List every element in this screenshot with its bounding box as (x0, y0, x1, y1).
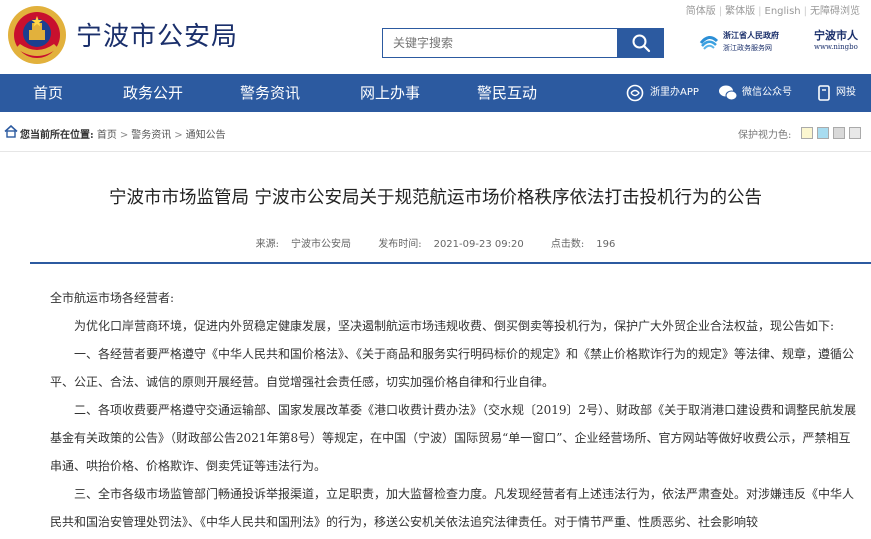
breadcrumb-home-link[interactable]: 首页 (97, 130, 117, 141)
site-header: 宁波市公安局 简体版|繁体版|English|无障碍浏览 浙江省人民政府 浙江政… (0, 0, 871, 74)
eye-care-swatch-light[interactable] (849, 127, 861, 139)
article-source: 宁波市公安局 (291, 239, 352, 250)
nav-wechat-account[interactable]: 微信公众号 (718, 74, 804, 112)
article-views: 196 (596, 239, 616, 250)
article-meta: 来源: 宁波市公安局 发布时间: 2021-09-23 09:20 点击数: 196 (30, 235, 841, 250)
eye-care-label: 保护视力色: (738, 130, 792, 141)
city-logo-line2: www.ningbo (814, 43, 858, 51)
ningbo-gov-logo[interactable]: 宁波市人 www.ningbo (814, 27, 871, 57)
breadcrumb-bar: 您当前所在位置: 首页 > 警务资讯 > 通知公告 保护视力色: (0, 112, 871, 152)
report-icon (818, 85, 830, 101)
main-nav: 首页 政务公开 警务资讯 网上办事 警民互动 浙里办APP 微信公众号 网投 (0, 74, 871, 112)
nav-item-interaction[interactable]: 警民互动 (477, 74, 537, 112)
gov-ring-icon (699, 36, 719, 50)
nav-item-police-news[interactable]: 警务资讯 (240, 74, 300, 112)
article-title: 宁波市市场监管局 宁波市公安局关于规范航运市场价格秩序依法打击投机行为的公告 (108, 188, 763, 208)
nav-item-online-services[interactable]: 网上办事 (360, 74, 420, 112)
time-label: 发布时间: (378, 239, 422, 250)
lang-english-link[interactable]: English (762, 6, 804, 17)
article-salutation: 全市航运市场各经营者: (50, 291, 175, 305)
article-body: 全市航运市场各经营者: 为优化口岸营商环境，促进内外贸稳定健康发展，坚决遏制航运… (50, 284, 862, 536)
nav-item-gov-affairs[interactable]: 政务公开 (123, 74, 183, 112)
nav-item-home[interactable]: 首页 (33, 74, 63, 112)
views-label: 点击数: (550, 239, 585, 250)
eye-care-swatch-gray[interactable] (833, 127, 845, 139)
eye-care-swatch-yellow[interactable] (801, 127, 813, 139)
article-paragraph: 二、各项收费要严格遵守交通运输部、国家发展改革委《港口收费计费办法》（交水规〔2… (50, 403, 857, 473)
police-emblem-icon[interactable] (6, 4, 68, 66)
article-paragraph: 三、全市各级市场监管部门畅通投诉举报渠道，立足职责，加大监督检查力度。凡发现经营… (50, 487, 855, 529)
city-logo-line1: 宁波市人 (814, 29, 858, 42)
nav-zhelidan-app[interactable]: 浙里办APP (626, 74, 710, 112)
home-icon (4, 125, 18, 138)
article-paragraph: 为优化口岸营商环境，促进内外贸稳定健康发展，坚决遏制航运市场违规收费、倒买倒卖等… (74, 319, 835, 333)
site-title: 宁波市公安局 (76, 22, 239, 52)
app-icon (626, 84, 644, 102)
wechat-icon (719, 85, 738, 101)
breadcrumb-police-news-link[interactable]: 警务资讯 (131, 130, 171, 141)
article-time: 2021-09-23 09:20 (433, 239, 524, 250)
search-icon (632, 34, 651, 53)
zhejiang-gov-logo[interactable]: 浙江省人民政府 浙江政务服务网 (698, 28, 802, 58)
accessibility-link[interactable]: 无障碍浏览 (807, 6, 863, 17)
language-links: 简体版 | 繁体版 | English | 无障碍浏览 (683, 2, 863, 17)
eye-care-swatch-blue[interactable] (817, 127, 829, 139)
lang-simplified-link[interactable]: 简体版 (683, 6, 719, 17)
nav-online-report[interactable]: 网投 (816, 74, 871, 112)
breadcrumb: 您当前所在位置: 首页 > 警务资讯 > 通知公告 (20, 130, 226, 141)
article-paragraph: 一、各经营者要严格遵守《中华人民共和国价格法》、《关于商品和服务实行明码标价的规… (50, 347, 855, 389)
gov-logo-line1: 浙江省人民政府 (723, 30, 779, 40)
title-divider (30, 262, 871, 264)
search-button[interactable] (618, 28, 664, 58)
article: 宁波市市场监管局 宁波市公安局关于规范航运市场价格秩序依法打击投机行为的公告 来… (30, 152, 871, 539)
search-input[interactable] (382, 28, 618, 58)
breadcrumb-label: 您当前所在位置: (20, 130, 94, 141)
lang-traditional-link[interactable]: 繁体版 (722, 6, 758, 17)
gov-logo-line2: 浙江政务服务网 (723, 44, 772, 52)
source-label: 来源: (255, 239, 280, 250)
breadcrumb-notices-link[interactable]: 通知公告 (186, 130, 226, 141)
